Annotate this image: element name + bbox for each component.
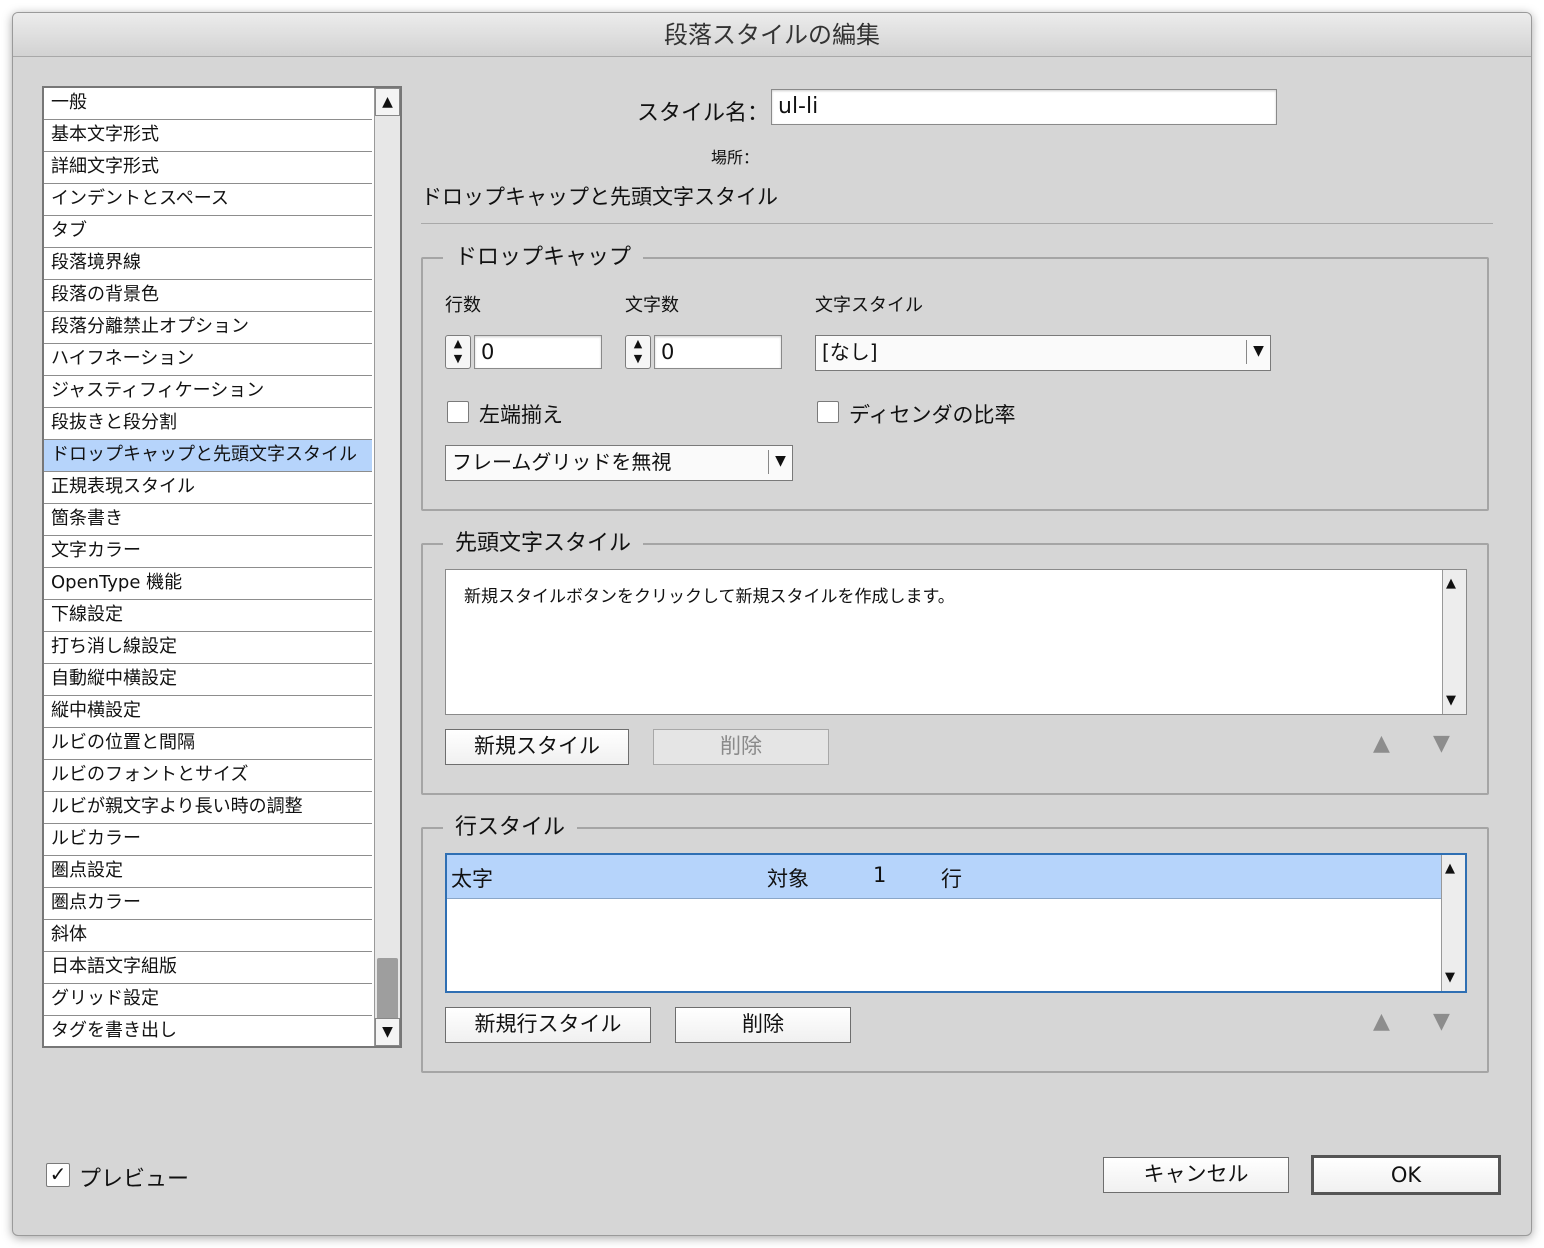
line-styles-title: 行スタイル xyxy=(443,813,578,843)
category-item[interactable]: 段落の背景色 xyxy=(44,280,372,312)
category-item[interactable]: 圏点カラー xyxy=(44,888,372,920)
stepper-up-icon[interactable]: ▲ xyxy=(446,336,470,351)
line-styles-scrollbar[interactable]: ▲ ▼ xyxy=(1441,855,1465,991)
category-item[interactable]: 下線設定 xyxy=(44,600,372,632)
frame-grid-value: フレームグリッドを無視 xyxy=(452,450,672,474)
category-item[interactable]: 段抜きと段分割 xyxy=(44,408,372,440)
section-title: ドロップキャップと先頭文字スタイル xyxy=(421,185,778,209)
preview-label: プレビュー xyxy=(79,1167,190,1192)
new-line-style-button[interactable]: 新規行スタイル xyxy=(445,1007,651,1043)
category-item[interactable]: 文字カラー xyxy=(44,536,372,568)
scroll-track[interactable] xyxy=(377,118,398,956)
scroll-down-icon[interactable]: ▼ xyxy=(1445,970,1455,985)
descender-label: ディセンダの比率 xyxy=(849,403,1016,427)
chars-label: 文字数 xyxy=(625,295,679,316)
lines-label: 行数 xyxy=(445,295,481,316)
delete-nested-style-button[interactable]: 削除 xyxy=(653,729,829,765)
category-item[interactable]: 段落分離禁止オプション xyxy=(44,312,372,344)
preview-checkbox[interactable]: ✓ xyxy=(46,1163,70,1187)
nested-styles-hint: 新規スタイルボタンをクリックして新規スタイルを作成します。 xyxy=(464,587,955,607)
category-item[interactable]: グリッド設定 xyxy=(44,984,372,1016)
scroll-down-icon[interactable]: ▼ xyxy=(1446,693,1456,708)
category-item[interactable]: 自動縦中横設定 xyxy=(44,664,372,696)
drop-cap-title: ドロップキャップ xyxy=(443,243,644,273)
line-style-name: 太字 xyxy=(451,867,493,891)
paragraph-style-dialog: 段落スタイルの編集 一般 基本文字形式 詳細文字形式 インデントとスペース タブ 段落境界… xyxy=(12,12,1532,1236)
category-item[interactable]: 斜体 xyxy=(44,920,372,952)
descender-checkbox[interactable] xyxy=(817,401,839,423)
category-item[interactable]: 詳細文字形式 xyxy=(44,152,372,184)
line-style-target: 対象 xyxy=(767,867,809,891)
category-item[interactable]: ハイフネーション xyxy=(44,344,372,376)
dialog-title: 段落スタイルの編集 xyxy=(13,13,1531,57)
ok-button[interactable]: OK xyxy=(1311,1155,1501,1195)
category-item[interactable]: 正規表現スタイル xyxy=(44,472,372,504)
chars-stepper[interactable]: ▲ ▼ xyxy=(625,335,651,369)
category-item[interactable]: ルビのフォントとサイズ xyxy=(44,760,372,792)
align-left-label: 左端揃え xyxy=(479,403,563,427)
lines-stepper[interactable]: ▲ ▼ xyxy=(445,335,471,369)
move-down-icon[interactable]: ▼ xyxy=(1433,1009,1450,1034)
nested-styles-list[interactable]: 新規スタイルボタンをクリックして新規スタイルを作成します。 ▲ ▼ xyxy=(445,569,1467,715)
move-down-icon[interactable]: ▼ xyxy=(1433,731,1450,756)
category-item[interactable]: 圏点設定 xyxy=(44,856,372,888)
dropdown-arrow-icon: ▼ xyxy=(1246,340,1270,364)
category-item[interactable]: タブ xyxy=(44,216,372,248)
scroll-up-icon[interactable]: ▲ xyxy=(375,88,400,116)
char-style-value: [なし] xyxy=(822,340,878,364)
stepper-up-icon[interactable]: ▲ xyxy=(626,336,650,351)
category-item[interactable]: ルビの位置と間隔 xyxy=(44,728,372,760)
scroll-down-icon[interactable]: ▼ xyxy=(375,1018,400,1046)
style-name-input[interactable]: ul-li xyxy=(771,89,1277,125)
scroll-thumb[interactable] xyxy=(377,958,398,1020)
category-scrollbar[interactable]: ▲ ▼ xyxy=(374,88,400,1046)
category-item[interactable]: 打ち消し線設定 xyxy=(44,632,372,664)
category-item[interactable]: ジャスティフィケーション xyxy=(44,376,372,408)
category-item[interactable]: 段落境界線 xyxy=(44,248,372,280)
category-items: 一般 基本文字形式 詳細文字形式 インデントとスペース タブ 段落境界線 段落の背景色 段落分… xyxy=(44,88,400,1046)
scroll-up-icon[interactable]: ▲ xyxy=(1446,576,1456,591)
cancel-button[interactable]: キャンセル xyxy=(1103,1157,1289,1193)
move-up-icon[interactable]: ▲ xyxy=(1373,731,1390,756)
lines-input[interactable]: 0 xyxy=(474,335,602,369)
delete-line-style-button[interactable]: 削除 xyxy=(675,1007,851,1043)
category-item[interactable]: ルビカラー xyxy=(44,824,372,856)
table-row[interactable]: 太字 対象 1 行 xyxy=(447,855,1441,899)
stepper-down-icon[interactable]: ▼ xyxy=(446,351,470,366)
line-styles-list[interactable]: 太字 対象 1 行 ▲ ▼ xyxy=(445,853,1467,993)
char-style-label: 文字スタイル xyxy=(815,295,923,316)
category-item[interactable]: タグを書き出し xyxy=(44,1016,372,1046)
category-item[interactable]: 縦中横設定 xyxy=(44,696,372,728)
chars-input[interactable]: 0 xyxy=(654,335,782,369)
section-separator xyxy=(421,223,1493,224)
drop-cap-group: ドロップキャップ 行数 ▲ ▼ 0 文字数 ▲ ▼ 0 文字スタイル [なし] … xyxy=(421,243,1489,511)
nested-styles-title: 先頭文字スタイル xyxy=(443,529,644,559)
category-item[interactable]: 箇条書き xyxy=(44,504,372,536)
location-label: 場所： xyxy=(711,148,760,167)
frame-grid-select[interactable]: フレームグリッドを無視 ▼ xyxy=(445,445,793,481)
category-item[interactable]: OpenType 機能 xyxy=(44,568,372,600)
line-style-unit: 行 xyxy=(941,867,962,891)
category-item[interactable]: ルビが親文字より長い時の調整 xyxy=(44,792,372,824)
char-style-select[interactable]: [なし] ▼ xyxy=(815,335,1271,371)
nested-styles-scrollbar[interactable]: ▲ ▼ xyxy=(1442,570,1466,714)
category-item[interactable]: ドロップキャップと先頭文字スタイル xyxy=(44,440,372,472)
category-item[interactable]: 基本文字形式 xyxy=(44,120,372,152)
nested-styles-group: 先頭文字スタイル 新規スタイルボタンをクリックして新規スタイルを作成します。 ▲… xyxy=(421,529,1489,795)
line-style-count[interactable]: 1 xyxy=(873,863,886,887)
move-up-icon[interactable]: ▲ xyxy=(1373,1009,1390,1034)
stepper-down-icon[interactable]: ▼ xyxy=(626,351,650,366)
style-name-label: スタイル名： xyxy=(637,101,770,126)
scroll-up-icon[interactable]: ▲ xyxy=(1445,861,1455,876)
dropdown-arrow-icon: ▼ xyxy=(768,450,792,474)
category-item[interactable]: インデントとスペース xyxy=(44,184,372,216)
category-item[interactable]: 日本語文字組版 xyxy=(44,952,372,984)
line-styles-group: 行スタイル 太字 対象 1 行 ▲ ▼ 新規行スタイル 削除 ▲ ▼ xyxy=(421,813,1489,1073)
category-list[interactable]: 一般 基本文字形式 詳細文字形式 インデントとスペース タブ 段落境界線 段落の背景色 段落分… xyxy=(42,86,402,1048)
align-left-checkbox[interactable] xyxy=(447,401,469,423)
category-item[interactable]: 一般 xyxy=(44,88,372,120)
new-nested-style-button[interactable]: 新規スタイル xyxy=(445,729,629,765)
